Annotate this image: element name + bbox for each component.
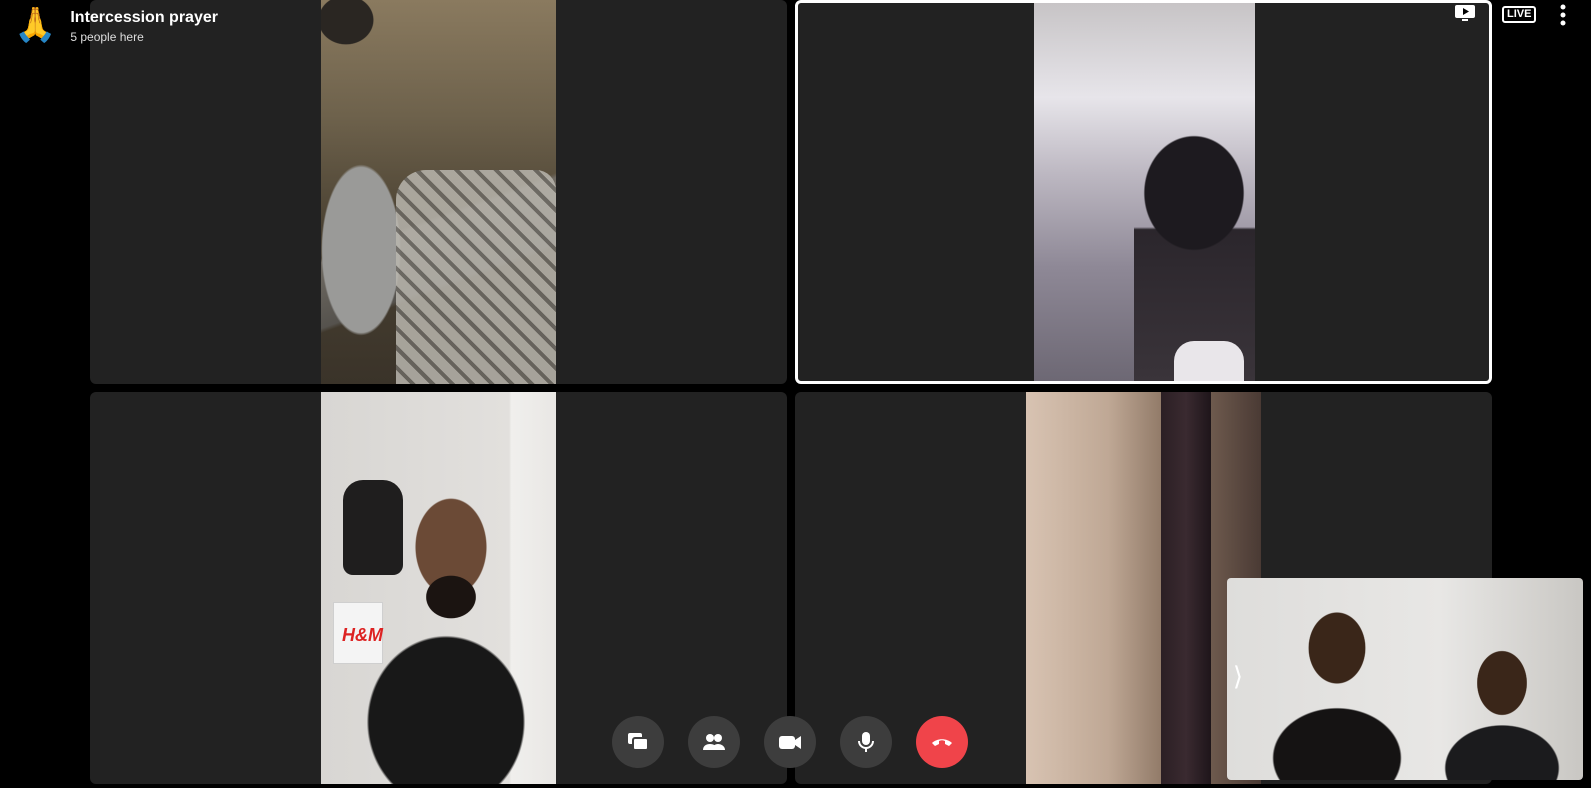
participant-tile-top-right-active[interactable]	[795, 0, 1492, 384]
play-screen-icon[interactable]	[1454, 4, 1476, 22]
live-badge[interactable]: LIVE	[1502, 6, 1537, 23]
call-title: Intercession prayer	[70, 9, 218, 26]
call-controls	[612, 716, 968, 768]
screen-share-button[interactable]	[612, 716, 664, 768]
participant-video	[1026, 392, 1261, 784]
microphone-icon	[858, 732, 874, 752]
self-view-video[interactable]	[1227, 578, 1583, 780]
participant-video: H&M	[321, 392, 556, 784]
participant-count: 5 people here	[70, 30, 144, 44]
participant-video	[1034, 3, 1255, 381]
participant-tile-top-left[interactable]	[90, 0, 787, 384]
self-view-toggle-icon[interactable]: ⟩	[1228, 658, 1248, 694]
camera-button[interactable]	[764, 716, 816, 768]
mic-button[interactable]	[840, 716, 892, 768]
participants-button[interactable]	[688, 716, 740, 768]
screens-icon	[628, 733, 649, 751]
folded-hands-icon: 🙏	[14, 6, 57, 44]
video-camera-icon	[779, 736, 801, 749]
more-vertical-icon[interactable]	[1558, 4, 1568, 26]
participant-video	[321, 0, 556, 384]
end-call-button[interactable]	[916, 716, 968, 768]
hang-up-icon	[932, 739, 952, 746]
people-icon	[703, 734, 725, 750]
call-header: 🙏 Intercession prayer 5 people here	[14, 6, 218, 44]
